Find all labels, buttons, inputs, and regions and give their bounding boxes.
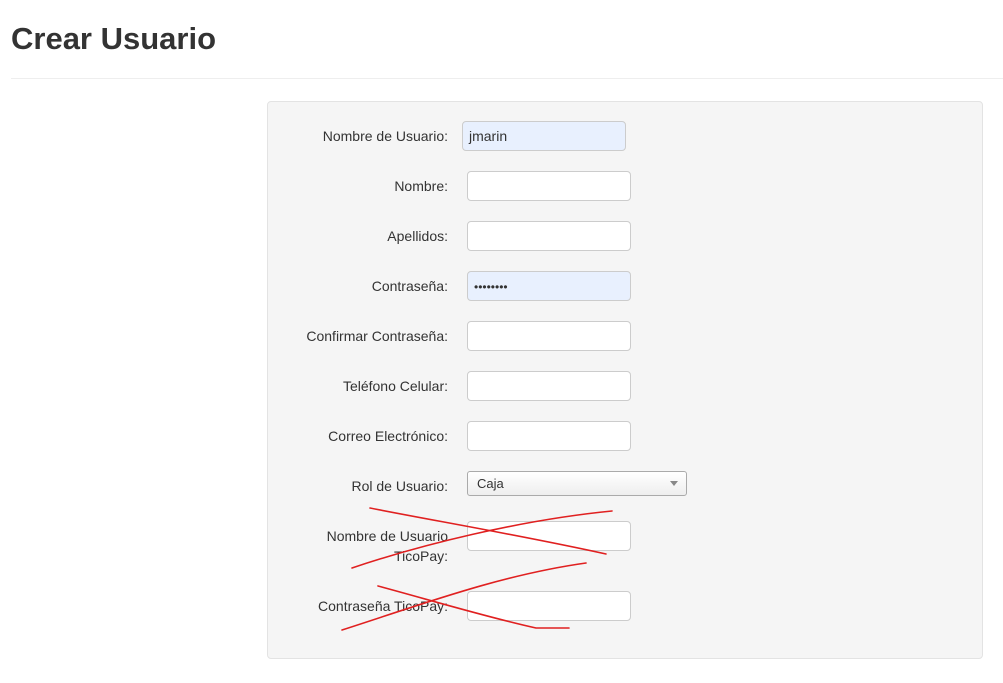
ticopay-username-input[interactable] xyxy=(467,521,631,551)
cell-phone-input[interactable] xyxy=(467,371,631,401)
chevron-down-icon xyxy=(670,481,678,486)
username-input[interactable]: jmarin xyxy=(462,121,626,151)
username-label: Nombre de Usuario: xyxy=(322,128,448,144)
confirm-password-label: Confirmar Contraseña: xyxy=(306,328,448,344)
first-name-label: Nombre: xyxy=(394,178,448,194)
confirm-password-input[interactable] xyxy=(467,321,631,351)
ticopay-username-label-line2: TicoPay: xyxy=(394,548,448,564)
password-mask: •••••••• xyxy=(474,280,508,294)
role-selected-value: Caja xyxy=(477,476,504,491)
title-divider xyxy=(11,78,1003,79)
ticopay-username-label-line1: Nombre de Usuario xyxy=(326,528,448,544)
cell-phone-label: Teléfono Celular: xyxy=(342,378,448,394)
page-title: Crear Usuario xyxy=(11,21,217,56)
role-select[interactable]: Caja xyxy=(467,471,687,496)
last-name-label: Apellidos: xyxy=(387,228,448,244)
password-label: Contraseña: xyxy=(371,278,448,294)
ticopay-password-label: Contraseña TicoPay: xyxy=(318,598,448,614)
password-input[interactable]: •••••••• xyxy=(467,271,631,301)
create-user-page: Crear Usuario Nombre de Usuario: jmarin … xyxy=(0,0,1003,683)
role-label: Rol de Usuario: xyxy=(351,478,449,494)
first-name-input[interactable] xyxy=(467,171,631,201)
last-name-input[interactable] xyxy=(467,221,631,251)
email-input[interactable] xyxy=(467,421,631,451)
ticopay-password-input[interactable] xyxy=(467,591,631,621)
email-label: Correo Electrónico: xyxy=(328,428,448,444)
